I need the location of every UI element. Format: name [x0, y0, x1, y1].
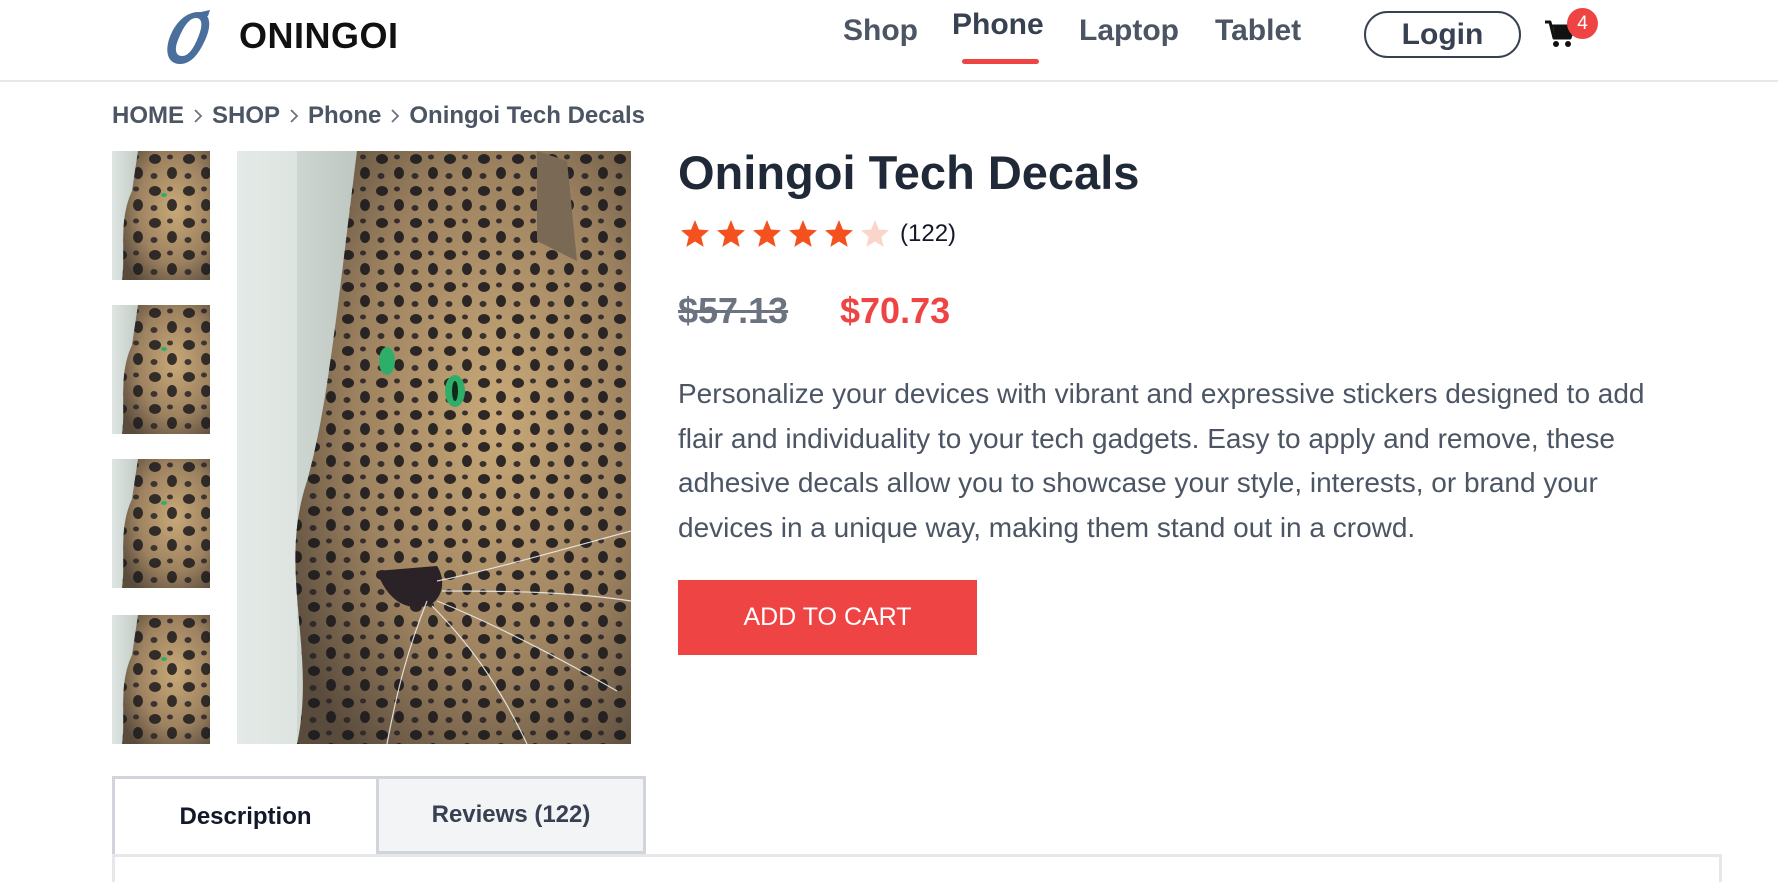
brand-name[interactable]: ONINGOI — [239, 15, 399, 57]
product-tabs: Description Reviews (122) — [112, 776, 646, 854]
nav-laptop[interactable]: Laptop — [1079, 14, 1179, 48]
add-to-cart-button[interactable]: ADD TO CART — [678, 580, 977, 655]
product-title: Oningoi Tech Decals — [678, 146, 1140, 199]
product-thumbnail-1[interactable] — [112, 151, 210, 280]
star-filled-icon — [717, 220, 745, 247]
leopard-image — [112, 151, 210, 280]
breadcrumb-current: Oningoi Tech Decals — [409, 102, 645, 129]
leopard-image — [112, 615, 210, 744]
star-filled-icon — [753, 220, 781, 247]
tab-reviews[interactable]: Reviews (122) — [379, 776, 646, 854]
review-count[interactable]: (122) — [900, 220, 956, 248]
star-filled-icon — [789, 220, 817, 247]
sale-price: $70.73 — [840, 290, 951, 331]
chevron-right-icon — [186, 104, 210, 128]
product-thumbnail-3[interactable] — [112, 459, 210, 588]
tab-description[interactable]: Description — [112, 776, 379, 854]
product-rating: (122) — [678, 218, 956, 250]
nav-shop[interactable]: Shop — [843, 14, 918, 48]
product-thumbnail-4[interactable] — [112, 615, 210, 744]
product-main-image[interactable] — [237, 151, 631, 744]
breadcrumb-home[interactable]: HOME — [112, 102, 184, 130]
chevron-right-icon — [383, 104, 407, 128]
original-price: $57.13 — [678, 290, 789, 331]
tab-panel — [112, 854, 1722, 882]
cart-count-badge: 4 — [1567, 8, 1598, 39]
leopard-image — [112, 459, 210, 588]
nav-phone[interactable]: Phone — [952, 8, 1044, 42]
site-header: ONINGOI Shop Phone Laptop Tablet Login 4 — [0, 0, 1778, 82]
breadcrumb-phone[interactable]: Phone — [308, 102, 381, 130]
leopard-image — [112, 305, 210, 434]
product-description: Personalize your devices with vibrant an… — [678, 378, 1645, 543]
star-filled-icon — [681, 220, 709, 247]
breadcrumb: HOME SHOP Phone Oningoi Tech Decals — [112, 102, 645, 130]
chevron-right-icon — [282, 104, 306, 128]
star-empty-icon — [861, 220, 889, 247]
active-nav-indicator — [962, 59, 1039, 64]
leopard-image — [237, 151, 631, 744]
product-thumbnail-2[interactable] — [112, 305, 210, 434]
breadcrumb-shop[interactable]: SHOP — [212, 102, 280, 130]
star-filled-icon — [825, 220, 853, 247]
nav-tablet[interactable]: Tablet — [1215, 14, 1301, 48]
login-button[interactable]: Login — [1364, 11, 1521, 58]
brand-logo-icon[interactable] — [158, 8, 216, 68]
